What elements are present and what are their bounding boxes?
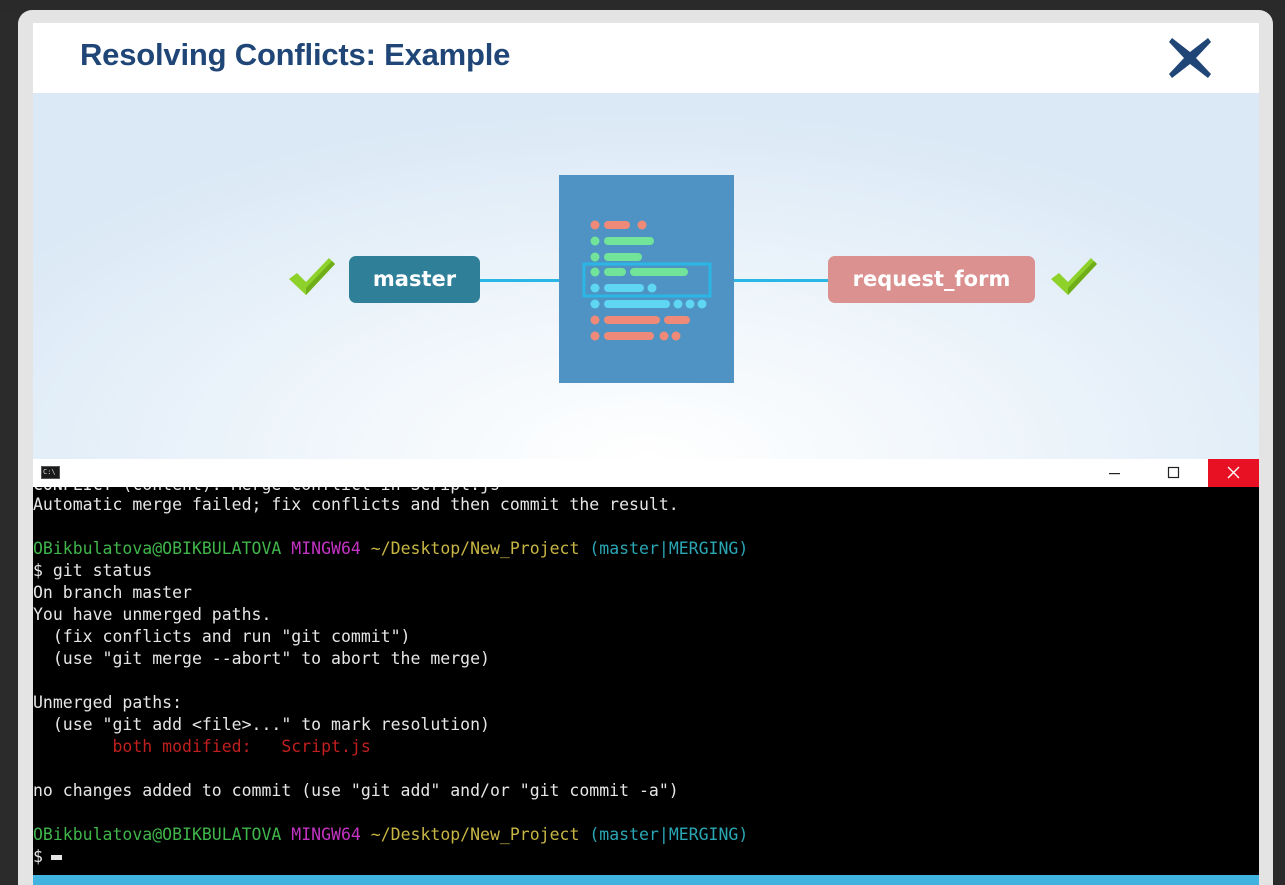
file-icon [559, 175, 734, 383]
maximize-icon [1167, 466, 1180, 479]
prompt-path: ~/Desktop/New_Project [370, 539, 580, 558]
prompt-symbol: $ [33, 847, 43, 866]
prompt-system: MINGW64 [291, 825, 361, 844]
minimize-icon [1109, 473, 1120, 475]
terminal-line: (use "git merge --abort" to abort the me… [33, 649, 490, 668]
top-strip [0, 0, 1285, 10]
terminal-line: On branch master [33, 583, 192, 602]
minimize-button[interactable] [1091, 459, 1137, 487]
connector-left [479, 279, 561, 282]
terminal-line: You have unmerged paths. [33, 605, 272, 624]
terminal-prompt: OBikbulatova@OBIKBULATOVA MINGW64 ~/Desk… [33, 824, 748, 846]
terminal-output[interactable]: CONFLICT (content): Merge conflict in Sc… [33, 487, 1259, 875]
command-prompt-icon: C:\ [41, 466, 60, 479]
connector-right [733, 279, 829, 282]
terminal-window[interactable]: C:\ CONFLICT (content): Merge conflict i… [33, 459, 1259, 885]
branch-label-request-form: request_form [828, 256, 1035, 303]
terminal-line: Unmerged paths: [33, 693, 183, 712]
close-icon[interactable] [1165, 33, 1215, 83]
terminal-input-line[interactable]: $ [33, 846, 62, 868]
terminal-line: (use "git add <file>..." to mark resolut… [33, 715, 490, 734]
close-window-icon [1227, 466, 1240, 479]
prompt-system: MINGW64 [291, 539, 361, 558]
prompt-branch: (master|MERGING) [589, 539, 749, 558]
prompt-path: ~/Desktop/New_Project [370, 825, 580, 844]
check-icon [1051, 258, 1097, 295]
code-lines-graphic [582, 220, 712, 341]
prompt-branch: (master|MERGING) [589, 825, 749, 844]
terminal-titlebar[interactable]: C:\ [33, 459, 1259, 487]
prompt-user: OBikbulatova@OBIKBULATOVA [33, 539, 282, 558]
terminal-line: (fix conflicts and run "git commit") [33, 627, 411, 646]
terminal-prompt: OBikbulatova@OBIKBULATOVA MINGW64 ~/Desk… [33, 538, 748, 560]
slide-title: Resolving Conflicts: Example [80, 37, 511, 72]
terminal-line: no changes added to commit (use "git add… [33, 781, 679, 800]
terminal-line-conflict: both modified: Script.js [33, 737, 371, 756]
slide-panel: Resolving Conflicts: Example master requ… [33, 23, 1259, 885]
check-icon [289, 258, 335, 295]
prompt-user: OBikbulatova@OBIKBULATOVA [33, 825, 282, 844]
maximize-button[interactable] [1151, 459, 1197, 487]
branch-label-master: master [349, 256, 480, 303]
merge-diagram: master request_form [33, 93, 1259, 459]
terminal-line: $ git status [33, 561, 153, 580]
bottom-accent-bar [33, 875, 1259, 885]
terminal-close-button[interactable] [1208, 459, 1259, 487]
text-cursor [50, 855, 62, 860]
slide-header: Resolving Conflicts: Example [33, 23, 1259, 93]
terminal-line: Automatic merge failed; fix conflicts an… [33, 495, 679, 514]
